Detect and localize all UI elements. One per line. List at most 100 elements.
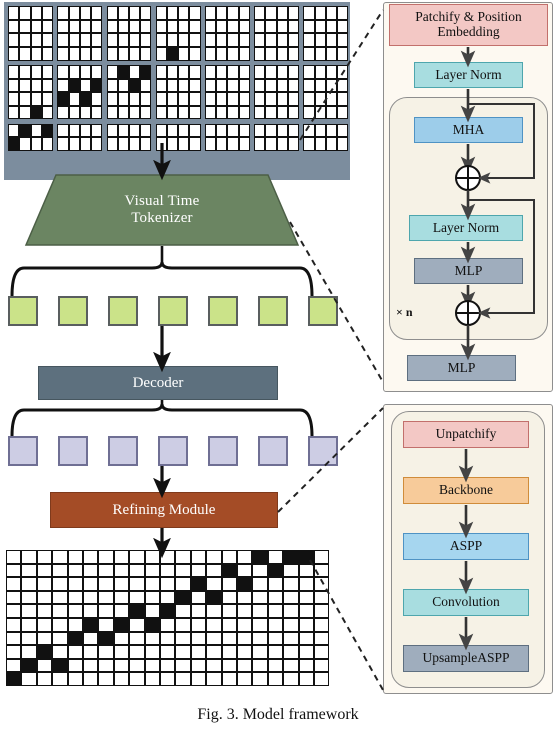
grid-cell: [83, 604, 99, 618]
grid-cell: [106, 137, 118, 151]
grid-cell: [252, 658, 268, 673]
grid-cell: [175, 604, 191, 618]
grid-cell: [113, 577, 130, 591]
grid-cell: [36, 618, 53, 632]
grid-cell: [238, 123, 250, 138]
grid-cell: [21, 604, 37, 618]
grid-cell: [21, 577, 37, 591]
grid-cell: [52, 618, 68, 632]
decoded-token: [8, 436, 38, 466]
grid-cell: [238, 92, 250, 106]
grid-cell: [265, 78, 277, 93]
grid-cell: [30, 137, 42, 151]
figure-caption: Fig. 3. Model framework: [197, 706, 359, 723]
grid-cell: [175, 550, 191, 564]
grid-cell: [140, 19, 152, 34]
input-patch: [155, 6, 201, 61]
grid-cell: [19, 137, 31, 151]
grid-cell: [166, 123, 179, 138]
grid-cell: [117, 137, 129, 151]
grid-cell: [6, 645, 22, 659]
grid-cell: [106, 105, 118, 120]
grid-cell: [41, 33, 53, 47]
grid-cell: [128, 92, 141, 106]
grid-cell: [227, 78, 239, 93]
tokenizer-label-line2: Tokenizer: [131, 210, 193, 226]
grid-cell: [237, 618, 253, 632]
grid-cell: [298, 550, 314, 564]
grid-cell: [140, 6, 152, 20]
input-patch: [57, 6, 103, 61]
grid-cell: [283, 658, 299, 673]
input-patch: [254, 6, 299, 61]
grid-cell: [267, 672, 284, 686]
grid-cell: [117, 105, 129, 120]
grid-cell: [6, 604, 22, 618]
grid-cell: [6, 577, 22, 591]
encoded-token: [208, 296, 238, 326]
grid-cell: [8, 105, 20, 120]
grid-cell: [140, 123, 152, 138]
grid-cell: [325, 6, 337, 20]
grid-cell: [113, 618, 130, 632]
grid-cell: [113, 631, 130, 646]
grid-cell: [298, 658, 314, 673]
grid-cell: [276, 19, 288, 34]
grid-cell: [113, 658, 130, 673]
grid-cell: [128, 78, 141, 93]
block-mlp-outer: MLP: [407, 355, 516, 381]
grid-cell: [21, 631, 37, 646]
grid-cell: [283, 590, 299, 605]
grid-cell: [140, 46, 152, 61]
grid-cell: [57, 19, 69, 34]
grid-cell: [8, 123, 20, 138]
grid-cell: [160, 604, 176, 618]
grid-cell: [303, 33, 315, 47]
grid-cell: [189, 65, 201, 79]
grid-cell: [283, 618, 299, 632]
grid-cell: [314, 105, 326, 120]
grid-cell: [175, 631, 191, 646]
grid-cell: [336, 46, 349, 61]
grid-cell: [52, 658, 68, 673]
input-patch: [57, 123, 103, 151]
block-aspp-label: ASPP: [449, 538, 483, 554]
grid-cell: [30, 123, 42, 138]
grid-cell: [113, 590, 130, 605]
grid-cell: [287, 19, 299, 34]
grid-cell: [175, 672, 191, 686]
decoded-token: [308, 436, 338, 466]
grid-cell: [265, 19, 277, 34]
grid-cell: [129, 658, 145, 673]
grid-cell: [221, 550, 237, 564]
block-mlp-inner: MLP: [414, 258, 523, 284]
grid-cell: [221, 672, 237, 686]
grid-cell: [267, 645, 284, 659]
grid-cell: [314, 550, 330, 564]
grid-cell: [128, 33, 141, 47]
grid-cell: [252, 645, 268, 659]
grid-cell: [189, 137, 201, 151]
grid-cell: [140, 105, 152, 120]
input-patch: [254, 123, 299, 151]
grid-cell: [238, 6, 250, 20]
grid-cell: [267, 577, 284, 591]
grid-cell: [52, 577, 68, 591]
grid-cell: [298, 577, 314, 591]
block-layernorm-2: Layer Norm: [409, 215, 523, 241]
grid-cell: [287, 65, 299, 79]
grid-cell: [98, 590, 114, 605]
block-backbone-label: Backbone: [439, 482, 493, 498]
grid-cell: [283, 563, 299, 578]
grid-cell: [227, 46, 239, 61]
grid-cell: [314, 6, 326, 20]
grid-cell: [129, 631, 145, 646]
grid-cell: [166, 78, 179, 93]
grid-cell: [252, 563, 268, 578]
block-unpatchify-label: Unpatchify: [435, 426, 497, 442]
grid-cell: [160, 590, 176, 605]
grid-cell: [314, 618, 330, 632]
grid-cell: [227, 92, 239, 106]
grid-cell: [8, 46, 20, 61]
grid-cell: [79, 92, 91, 106]
